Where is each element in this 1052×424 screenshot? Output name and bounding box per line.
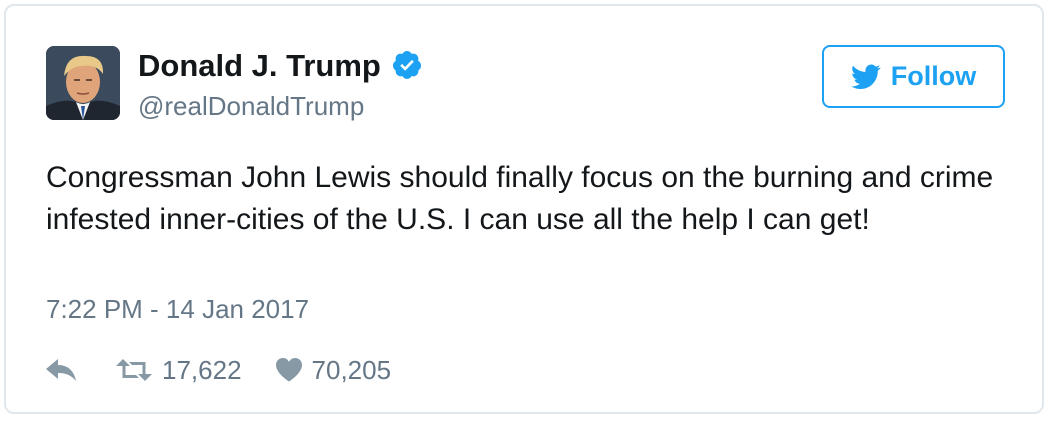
verified-badge-icon bbox=[392, 50, 421, 79]
avatar-image bbox=[46, 46, 120, 120]
tweet-card: Donald J. Trump @realDonaldTrump Follow … bbox=[4, 4, 1044, 414]
reply-icon bbox=[46, 359, 76, 381]
tweet-timestamp[interactable]: 7:22 PM - 14 Jan 2017 bbox=[46, 292, 309, 326]
retweet-button[interactable]: 17,622 bbox=[116, 353, 242, 387]
tweet-actions: 17,622 70,205 bbox=[46, 350, 391, 390]
retweet-count: 17,622 bbox=[162, 355, 242, 385]
twitter-bird-icon bbox=[850, 64, 881, 89]
display-name-text: Donald J. Trump bbox=[138, 48, 381, 83]
like-button[interactable]: 70,205 bbox=[275, 353, 392, 387]
retweet-icon bbox=[116, 359, 152, 381]
like-count: 70,205 bbox=[311, 355, 392, 385]
tweet-text: Congressman John Lewis should finally fo… bbox=[46, 161, 994, 236]
reply-button[interactable] bbox=[46, 359, 76, 381]
follow-button[interactable]: Follow bbox=[822, 45, 1005, 108]
follow-label: Follow bbox=[890, 61, 977, 91]
avatar[interactable] bbox=[46, 46, 120, 120]
user-handle[interactable]: @realDonaldTrump bbox=[138, 89, 364, 123]
heart-icon bbox=[275, 358, 302, 382]
display-name[interactable]: Donald J. Trump bbox=[138, 46, 423, 86]
